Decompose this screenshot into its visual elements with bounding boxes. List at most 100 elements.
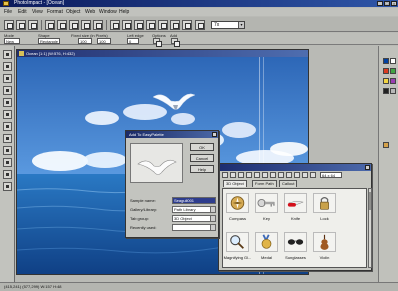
selection-tool-icon[interactable] — [3, 62, 12, 71]
close-icon[interactable] — [212, 132, 217, 137]
palette-item-magnifying-glass[interactable]: Magnifying Gl... — [223, 228, 252, 264]
menu-object[interactable]: Object — [66, 9, 80, 15]
palette-scrollbar[interactable] — [368, 188, 372, 268]
sample-name-label: Sample name: — [130, 198, 156, 203]
magic-wand-icon[interactable] — [3, 86, 12, 95]
remove-icon[interactable] — [278, 172, 284, 178]
menu-format[interactable]: Format — [47, 9, 63, 15]
ok-button[interactable]: OK — [190, 143, 214, 151]
brush-tool-icon[interactable] — [3, 122, 12, 131]
info-icon[interactable] — [286, 172, 292, 178]
cut-icon[interactable] — [69, 20, 79, 30]
green-swatch[interactable] — [390, 68, 396, 74]
crop-icon[interactable] — [158, 20, 168, 30]
paste-icon[interactable] — [93, 20, 103, 30]
purple-swatch[interactable] — [390, 78, 396, 84]
options-button[interactable] — [153, 38, 162, 47]
new-tab-icon[interactable] — [238, 172, 244, 178]
palette-item-lock[interactable]: Lock — [310, 189, 339, 225]
menu-web[interactable]: Web — [85, 9, 95, 15]
text-tool-icon[interactable] — [3, 146, 12, 155]
mode-select[interactable]: New — [4, 38, 20, 44]
tab-3d-object[interactable]: 3D Object — [223, 180, 247, 187]
tab-callout[interactable]: Callout — [279, 180, 298, 187]
path-tool-icon[interactable] — [3, 158, 12, 167]
menu-view[interactable]: View — [32, 9, 43, 15]
new-icon[interactable] — [4, 20, 14, 30]
transform-tool-icon[interactable] — [3, 110, 12, 119]
shape-select[interactable]: Rectangle — [38, 38, 60, 44]
blue-swatch[interactable] — [383, 58, 389, 64]
thumbnail-size-select[interactable]: 64 x 64 — [320, 172, 342, 178]
search-icon[interactable] — [262, 172, 268, 178]
palette-item-knife[interactable]: Knife — [281, 189, 310, 225]
rotate-icon[interactable] — [134, 20, 144, 30]
fill-tool-icon[interactable] — [3, 134, 12, 143]
key-icon — [255, 193, 278, 213]
save-icon[interactable] — [28, 20, 38, 30]
print-icon[interactable] — [57, 20, 67, 30]
black-swatch[interactable] — [383, 88, 389, 94]
open-icon[interactable] — [16, 20, 26, 30]
close-icon[interactable]: × — [391, 1, 397, 6]
help-button[interactable]: Help — [190, 165, 214, 173]
menu-file[interactable]: File — [4, 9, 12, 15]
chevron-down-icon[interactable] — [210, 207, 215, 212]
orange-swatch[interactable] — [383, 142, 389, 148]
zoom-out-icon[interactable] — [195, 20, 205, 30]
lasso-tool-icon[interactable] — [3, 74, 12, 83]
seagull-preview-icon — [137, 159, 177, 175]
cancel-button[interactable]: Cancel — [190, 154, 214, 162]
app-title: PhotoImpact - [Ocean] — [14, 0, 65, 6]
copy-icon[interactable] — [81, 20, 91, 30]
gray-swatch[interactable] — [390, 88, 396, 94]
gallery-icon[interactable] — [222, 172, 228, 178]
add-icon[interactable] — [270, 172, 276, 178]
chevron-down-icon[interactable] — [210, 225, 215, 230]
yellow-swatch[interactable] — [383, 78, 389, 84]
chevron-down-icon[interactable]: ▾ — [238, 22, 244, 28]
menu-edit[interactable]: Edit — [18, 9, 27, 15]
left-edge-input[interactable]: 0 — [127, 38, 139, 44]
scrollbar-thumb[interactable] — [369, 192, 371, 210]
add-button[interactable] — [171, 38, 180, 47]
scan-icon[interactable] — [45, 20, 55, 30]
medal-icon — [255, 232, 278, 252]
palette-item-medal[interactable]: Medal — [252, 228, 281, 264]
chevron-down-icon[interactable] — [210, 216, 215, 221]
crop-tool-icon[interactable] — [3, 98, 12, 107]
eyedropper-tool-icon[interactable] — [3, 182, 12, 191]
menu-window[interactable]: Window — [99, 9, 117, 15]
width-input[interactable]: 100 — [78, 38, 92, 44]
gallery-library-select[interactable]: Path Library — [172, 206, 216, 213]
palette-item-key[interactable]: Key — [252, 189, 281, 225]
minimize-icon[interactable]: _ — [377, 1, 383, 6]
red-swatch[interactable] — [383, 68, 389, 74]
redo-icon[interactable] — [122, 20, 132, 30]
settings-icon[interactable] — [310, 172, 316, 178]
view-icon[interactable] — [294, 172, 300, 178]
sample-name-input[interactable]: Seagull001 — [172, 197, 216, 204]
recently-used-select[interactable] — [172, 224, 216, 231]
zoom-tool-icon[interactable] — [3, 170, 12, 179]
maximize-icon[interactable]: □ — [384, 1, 390, 6]
height-input[interactable]: 100 — [97, 38, 111, 44]
palette-item-sunglasses[interactable]: Sunglasses — [281, 228, 310, 264]
properties-icon[interactable] — [254, 172, 260, 178]
delete-icon[interactable] — [246, 172, 252, 178]
palette-item-violin[interactable]: Violin — [310, 228, 339, 264]
menu-help[interactable]: Help — [119, 9, 129, 15]
layers-icon[interactable] — [182, 20, 192, 30]
refresh-icon[interactable] — [302, 172, 308, 178]
pick-tool-icon[interactable] — [3, 50, 12, 59]
resize-icon[interactable] — [146, 20, 156, 30]
zoom-select[interactable]: 7x ▾ — [211, 21, 245, 29]
palette-item-compass[interactable]: Compass — [223, 189, 252, 225]
tab-group-select[interactable]: 3D Object — [172, 215, 216, 222]
undo-icon[interactable] — [110, 20, 120, 30]
tab-form-path[interactable]: Form Path — [252, 180, 277, 187]
white-swatch[interactable] — [390, 58, 396, 64]
library-icon[interactable] — [230, 172, 236, 178]
close-icon[interactable] — [365, 165, 370, 170]
palette-toggle-icon[interactable] — [170, 20, 180, 30]
